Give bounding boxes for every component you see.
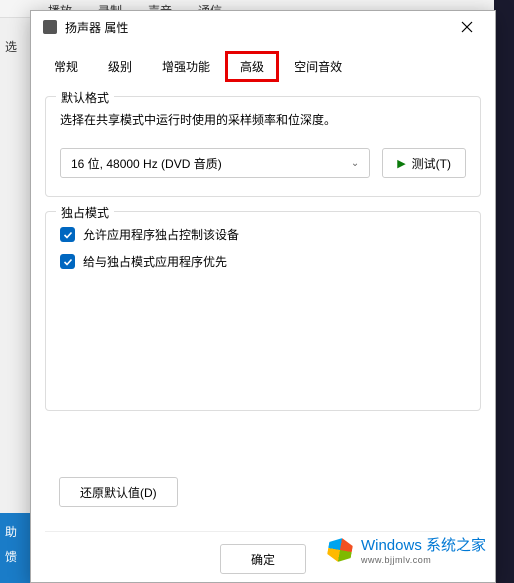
test-button-label: 测试(T)	[412, 155, 451, 172]
priority-label: 给与独占模式应用程序优先	[83, 253, 227, 270]
ok-button[interactable]: 确定	[220, 544, 306, 574]
tab-content-advanced: 默认格式 选择在共享模式中运行时使用的采样频率和位深度。 16 位, 48000…	[31, 82, 495, 582]
background-left-panel: 选	[0, 18, 30, 583]
background-dark-strip	[494, 0, 514, 583]
allow-exclusive-label: 允许应用程序独占控制该设备	[83, 226, 239, 243]
default-format-legend: 默认格式	[56, 89, 114, 106]
windows-logo-icon	[325, 535, 355, 565]
priority-row: 给与独占模式应用程序优先	[60, 253, 466, 270]
watermark-sub: www.bjjmlv.com	[361, 555, 486, 565]
watermark-main: Windows 系统之家	[361, 534, 486, 555]
default-format-fieldset: 默认格式 选择在共享模式中运行时使用的采样频率和位深度。 16 位, 48000…	[45, 96, 481, 197]
priority-checkbox[interactable]	[60, 254, 75, 269]
restore-row: 还原默认值(D)	[45, 477, 481, 507]
bg-help-text: 助	[5, 523, 25, 540]
format-select[interactable]: 16 位, 48000 Hz (DVD 音质) ⌄	[60, 148, 370, 178]
allow-exclusive-checkbox[interactable]	[60, 227, 75, 242]
speaker-icon	[43, 20, 57, 34]
chevron-down-icon: ⌄	[351, 158, 359, 169]
dialog-title: 扬声器 属性	[65, 19, 451, 36]
tab-levels[interactable]: 级别	[93, 51, 147, 82]
close-icon	[461, 21, 473, 33]
restore-defaults-button[interactable]: 还原默认值(D)	[59, 477, 178, 507]
test-button[interactable]: ▶ 测试(T)	[382, 148, 466, 178]
tab-bar: 常规 级别 增强功能 高级 空间音效	[31, 51, 495, 82]
titlebar: 扬声器 属性	[31, 11, 495, 43]
tab-spatial[interactable]: 空间音效	[279, 51, 357, 82]
bg-feedback-text: 馈	[5, 548, 25, 565]
format-select-value: 16 位, 48000 Hz (DVD 音质)	[71, 155, 222, 172]
watermark: Windows 系统之家 www.bjjmlv.com	[325, 534, 486, 565]
check-icon	[63, 257, 73, 267]
background-bottom-left: 助 馈	[0, 513, 30, 583]
tab-advanced[interactable]: 高级	[225, 51, 279, 82]
speaker-properties-dialog: 扬声器 属性 常规 级别 增强功能 高级 空间音效 默认格式 选择在共享模式中运…	[30, 10, 496, 583]
bg-left-text: 选	[5, 40, 17, 54]
exclusive-mode-legend: 独占模式	[56, 204, 114, 221]
exclusive-mode-fieldset: 独占模式 允许应用程序独占控制该设备 给与独占模式应用程序优先	[45, 211, 481, 411]
play-icon: ▶	[397, 157, 405, 170]
allow-exclusive-row: 允许应用程序独占控制该设备	[60, 226, 466, 243]
tab-general[interactable]: 常规	[39, 51, 93, 82]
watermark-text: Windows 系统之家 www.bjjmlv.com	[361, 534, 486, 565]
format-row: 16 位, 48000 Hz (DVD 音质) ⌄ ▶ 测试(T)	[60, 148, 466, 178]
close-button[interactable]	[451, 15, 483, 39]
tab-enhancements[interactable]: 增强功能	[147, 51, 225, 82]
default-format-desc: 选择在共享模式中运行时使用的采样频率和位深度。	[60, 111, 466, 128]
check-icon	[63, 230, 73, 240]
